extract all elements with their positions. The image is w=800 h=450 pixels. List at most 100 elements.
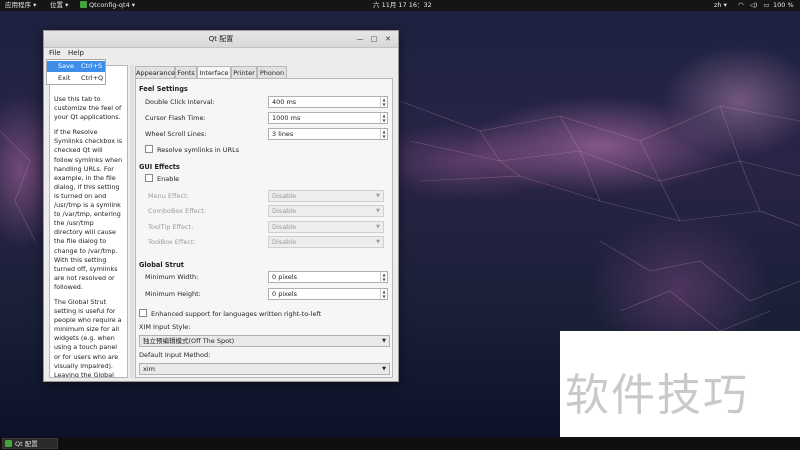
wheel-scroll-spinbox[interactable]: 3 lines ▲ ▼ xyxy=(268,128,388,140)
tab-appearance[interactable]: Appearance xyxy=(135,66,175,78)
combobox-effect-select[interactable]: Disable ▼ xyxy=(268,205,384,217)
wifi-icon: ◠ xyxy=(738,1,744,9)
global-strut-heading: Global Strut xyxy=(139,261,184,269)
select-value: Disable xyxy=(272,192,297,200)
gui-effects-heading: GUI Effects xyxy=(139,163,180,171)
spinbox-value: 0 pixels xyxy=(272,273,297,281)
battery-percentage: 100 % xyxy=(773,1,794,9)
taskbar-item-label: Qt 配置 xyxy=(15,440,38,448)
enable-effects-checkbox[interactable]: Enable xyxy=(145,174,179,183)
tooltip-effect-select[interactable]: Disable ▼ xyxy=(268,221,384,233)
spin-arrows-icon[interactable]: ▲ ▼ xyxy=(380,289,387,299)
menu-effect-select[interactable]: Disable ▼ xyxy=(268,190,384,202)
interface-tab-panel: Feel Settings Double Click Interval: 400… xyxy=(135,78,393,378)
menu-bar: File Help xyxy=(44,48,398,59)
cursor-flash-spinbox[interactable]: 1000 ms ▲ ▼ xyxy=(268,112,388,124)
spinbox-value: 400 ms xyxy=(272,98,297,106)
file-menu-dropdown: Save Ctrl+S Exit Ctrl+Q xyxy=(46,59,106,85)
chevron-down-icon: ▼ xyxy=(376,193,380,199)
xim-input-style-select[interactable]: 独立预编辑模式(Off The Spot) ▼ xyxy=(139,335,390,347)
toolbox-effect-label: ToolBox Effect: xyxy=(148,238,196,246)
resolve-symlinks-checkbox[interactable]: Resolve symlinks in URLs xyxy=(145,145,239,154)
menu-item-shortcut: Ctrl+Q xyxy=(81,74,104,82)
maximize-button[interactable]: □ xyxy=(369,34,379,44)
window-title: Qt 配置 xyxy=(208,35,234,43)
help-scrollbar[interactable] xyxy=(130,65,134,378)
applications-menu[interactable]: 应用程序 ▾ xyxy=(5,0,36,11)
select-value: Disable xyxy=(272,238,297,246)
tab-printer[interactable]: Printer xyxy=(231,66,257,78)
top-panel: 应用程序 ▾ 位置 ▾ Qtconfig-qt4 ▾ 六 11月 17 16：3… xyxy=(0,0,800,11)
spin-arrows-icon[interactable]: ▲ ▼ xyxy=(380,272,387,282)
system-tray[interactable]: ◠ ◁) ▭ xyxy=(738,0,770,11)
watermark-text: 软件技巧 xyxy=(565,370,749,421)
window-titlebar[interactable]: Qt 配置 — □ ✕ xyxy=(44,31,398,48)
help-text-pane[interactable]: Use this tab to customize the feel of yo… xyxy=(49,65,128,378)
spin-arrows-icon[interactable]: ▲ ▼ xyxy=(380,97,387,107)
menu-item-label: Save xyxy=(58,62,74,70)
select-value: Disable xyxy=(272,207,297,215)
double-click-spinbox[interactable]: 400 ms ▲ ▼ xyxy=(268,96,388,108)
tab-phonon[interactable]: Phonon xyxy=(257,66,287,78)
qt-config-window: Qt 配置 — □ ✕ File Help Save Ctrl+S Exit C… xyxy=(43,30,399,382)
menu-help[interactable]: Help xyxy=(68,48,84,59)
min-width-label: Minimum Width: xyxy=(145,273,199,281)
menu-item-shortcut: Ctrl+S xyxy=(81,62,103,70)
spin-arrows-icon[interactable]: ▲ ▼ xyxy=(380,113,387,123)
bottom-taskbar: Qt 配置 xyxy=(0,437,800,450)
checkbox-label: Enhanced support for languages written r… xyxy=(151,310,322,318)
tab-fonts[interactable]: Fonts xyxy=(175,66,197,78)
default-input-method-select[interactable]: xim ▼ xyxy=(139,363,390,375)
default-input-method-label: Default Input Method: xyxy=(139,351,211,359)
tooltip-effect-label: ToolTip Effect: xyxy=(148,223,194,231)
checkbox-icon[interactable] xyxy=(145,174,153,182)
select-value: xim xyxy=(143,365,155,373)
chevron-down-icon: ▼ xyxy=(376,239,380,245)
menu-item-label: Exit xyxy=(58,74,71,82)
checkbox-icon[interactable] xyxy=(145,145,153,153)
battery-icon: ▭ xyxy=(763,1,770,9)
feel-settings-heading: Feel Settings xyxy=(139,85,188,93)
help-paragraph: Use this tab to customize the feel of yo… xyxy=(54,95,122,122)
checkbox-label: Resolve symlinks in URLs xyxy=(157,146,240,154)
clock[interactable]: 六 11月 17 16：32 xyxy=(373,0,432,11)
min-height-label: Minimum Height: xyxy=(145,290,201,298)
select-value: 独立预编辑模式(Off The Spot) xyxy=(143,337,235,345)
help-paragraph: If the Resolve Symlinks checkbox is chec… xyxy=(54,128,123,291)
chevron-down-icon: ▼ xyxy=(376,224,380,230)
spinbox-value: 1000 ms xyxy=(272,114,301,122)
cursor-flash-label: Cursor Flash Time: xyxy=(145,114,206,122)
wheel-scroll-label: Wheel Scroll Lines: xyxy=(145,130,207,138)
input-language-menu[interactable]: zh ▾ xyxy=(714,0,727,11)
volume-icon: ◁) xyxy=(749,1,758,9)
spinbox-value: 0 pixels xyxy=(272,290,297,298)
menu-file[interactable]: File xyxy=(49,48,61,59)
menu-effect-label: Menu Effect: xyxy=(148,192,189,200)
qt-icon xyxy=(80,1,87,8)
menu-item-exit[interactable]: Exit Ctrl+Q xyxy=(47,73,105,84)
minimize-button[interactable]: — xyxy=(355,34,365,44)
xim-input-style-label: XIM Input Style: xyxy=(139,323,191,331)
qt-icon xyxy=(5,440,12,447)
active-app-title: Qtconfig-qt4 ▾ xyxy=(89,1,136,9)
checkbox-label: Enable xyxy=(157,175,180,183)
taskbar-item-qt-config[interactable]: Qt 配置 xyxy=(2,438,58,449)
toolbox-effect-select[interactable]: Disable ▼ xyxy=(268,236,384,248)
checkbox-icon[interactable] xyxy=(139,309,147,317)
double-click-label: Double Click Interval: xyxy=(145,98,215,106)
active-app-menu[interactable]: Qtconfig-qt4 ▾ xyxy=(80,0,135,11)
chevron-down-icon: ▼ xyxy=(382,338,386,344)
min-height-spinbox[interactable]: 0 pixels ▲ ▼ xyxy=(268,288,388,300)
rtl-support-checkbox[interactable]: Enhanced support for languages written r… xyxy=(139,309,321,318)
close-button[interactable]: ✕ xyxy=(383,34,393,44)
places-menu[interactable]: 位置 ▾ xyxy=(50,0,68,11)
combobox-effect-label: ComboBox Effect: xyxy=(148,207,206,215)
chevron-down-icon: ▼ xyxy=(376,208,380,214)
spin-arrows-icon[interactable]: ▲ ▼ xyxy=(380,129,387,139)
menu-item-save[interactable]: Save Ctrl+S xyxy=(47,61,105,72)
spinbox-value: 3 lines xyxy=(272,130,294,138)
select-value: Disable xyxy=(272,223,297,231)
help-paragraph: The Global Strut setting is useful for p… xyxy=(54,297,122,378)
chevron-down-icon: ▼ xyxy=(382,366,386,372)
min-width-spinbox[interactable]: 0 pixels ▲ ▼ xyxy=(268,271,388,283)
